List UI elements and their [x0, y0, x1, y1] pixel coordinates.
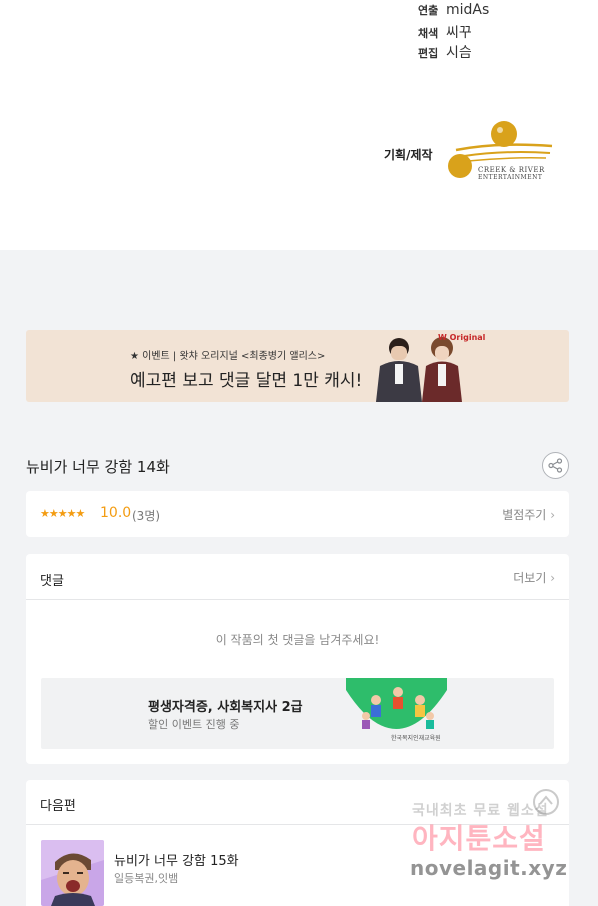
chevron-right-icon: ›	[550, 508, 555, 522]
divider	[26, 824, 569, 825]
rating-score: 10.0	[100, 505, 132, 521]
credit-row-color: 채색 씨꾸	[418, 22, 472, 42]
share-button[interactable]	[542, 452, 569, 479]
empty-comments-message: 이 작품의 첫 댓글을 남겨주세요!	[215, 633, 380, 647]
logo-text-line2: ENTERTAINMENT	[478, 174, 543, 181]
credit-value: midAs	[446, 2, 490, 18]
banner-headline: 예고편 보고 댓글 달면 1만 캐시!	[130, 371, 363, 391]
next-episode-header: 다음편	[40, 799, 76, 814]
star-rating-icons: ★★★★★	[40, 507, 85, 520]
event-banner[interactable]: ★ 이벤트 | 왓챠 오리지널 <최종병기 앨리스> 예고편 보고 댓글 달면 …	[26, 330, 569, 402]
more-label: 더보기	[513, 571, 547, 585]
credit-key: 편집	[418, 47, 439, 60]
next-episode-author: 일등복권,잇뱀	[114, 872, 179, 885]
rating-count: (3명)	[132, 509, 161, 523]
credit-value: 시슴	[446, 45, 472, 61]
ad-footer: 한국복지인재교육원	[391, 735, 441, 742]
share-icon	[548, 458, 563, 473]
credit-row-edit: 편집 시슴	[418, 42, 472, 62]
ad-banner[interactable]: 평생자격증, 사회복지사 2급 할인 이벤트 진행 중 한국복지인재교육원	[41, 678, 554, 749]
credit-key: 채색	[418, 27, 439, 40]
rate-button[interactable]: 별점주기 ›	[502, 506, 555, 523]
rating-card: ★★★★★ 10.0 (3명) 별점주기 ›	[26, 491, 569, 537]
planning-label: 기획/제작	[384, 148, 433, 162]
logo-text-line1: CREEK & RIVER	[478, 166, 545, 174]
comments-card: 댓글 더보기 › 이 작품의 첫 댓글을 남겨주세요! 평생자격증, 사회복지사…	[26, 554, 569, 764]
rate-label: 별점주기	[502, 508, 547, 522]
ad-title: 평생자격증, 사회복지사 2급	[148, 700, 303, 715]
more-comments-button[interactable]: 더보기 ›	[513, 569, 555, 586]
creek-river-logo: CREEK & RIVER ENTERTAINMENT	[446, 120, 556, 184]
credit-row-direction: 연출 midAs	[418, 2, 489, 18]
credit-value: 씨꾸	[446, 25, 472, 41]
ad-illustration	[346, 678, 447, 729]
ad-subtitle: 할인 이벤트 진행 중	[148, 718, 240, 731]
banner-small-text: ★ 이벤트 | 왓챠 오리지널 <최종병기 앨리스>	[130, 351, 326, 362]
credit-key: 연출	[418, 4, 439, 17]
next-episode-card: 다음편 뉴비가 너무 강함 15화 일등복권,잇뱀	[26, 780, 569, 906]
next-episode-thumbnail[interactable]	[41, 840, 104, 906]
next-episode-title[interactable]: 뉴비가 너무 강함 15화	[114, 850, 239, 869]
comments-header: 댓글	[40, 574, 64, 589]
credits-section: 연출 midAs 채색 씨꾸 편집 시슴 기획/제작 CREEK & RIVER…	[0, 0, 598, 250]
divider	[26, 599, 569, 600]
original-badge: W Original	[438, 333, 486, 342]
chevron-right-icon: ›	[550, 571, 555, 585]
episode-title: 뉴비가 너무 강함 14화	[26, 458, 170, 476]
